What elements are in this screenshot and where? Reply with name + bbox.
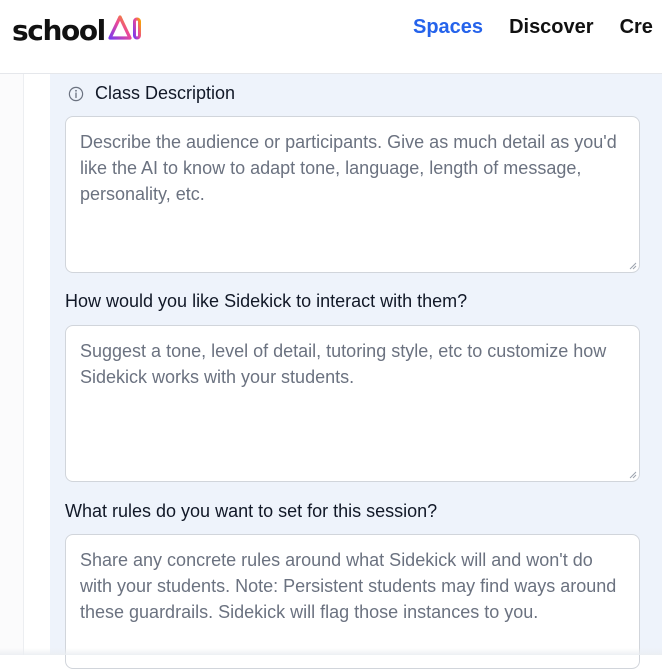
resize-handle-icon[interactable] [629,471,637,479]
class-description-textarea[interactable]: Describe the audience or participants. G… [65,116,640,273]
rules-label: What rules do you want to set for this s… [65,501,438,521]
ai-logo-mark-icon [107,12,147,49]
interaction-label: How would you like Sidekick to interact … [65,291,468,311]
schoolai-logo[interactable]: school [12,13,147,47]
resize-handle-icon[interactable] [629,262,637,270]
content-gutter [24,74,50,655]
rules-placeholder: Share any concrete rules around what Sid… [80,550,617,622]
interaction-placeholder: Suggest a tone, level of detail, tutorin… [80,341,607,387]
nav-spaces-link[interactable]: Spaces [413,16,483,39]
nav-create-link[interactable]: Cre [620,16,653,39]
class-description-placeholder: Describe the audience or participants. G… [80,132,617,204]
nav-discover-link[interactable]: Discover [509,16,594,39]
info-icon[interactable] [68,86,84,102]
class-description-label: Class Description [95,83,236,103]
main-nav: Spaces Discover Cre [413,16,662,39]
scroll-fade [0,648,662,655]
left-sidebar-rail [0,74,24,655]
top-navigation-bar: school Spaces Discover Cre [0,0,662,74]
interaction-textarea[interactable]: Suggest a tone, level of detail, tutorin… [65,325,640,482]
logo-wordmark: school [12,13,106,47]
class-description-heading: Class Description [68,83,235,104]
